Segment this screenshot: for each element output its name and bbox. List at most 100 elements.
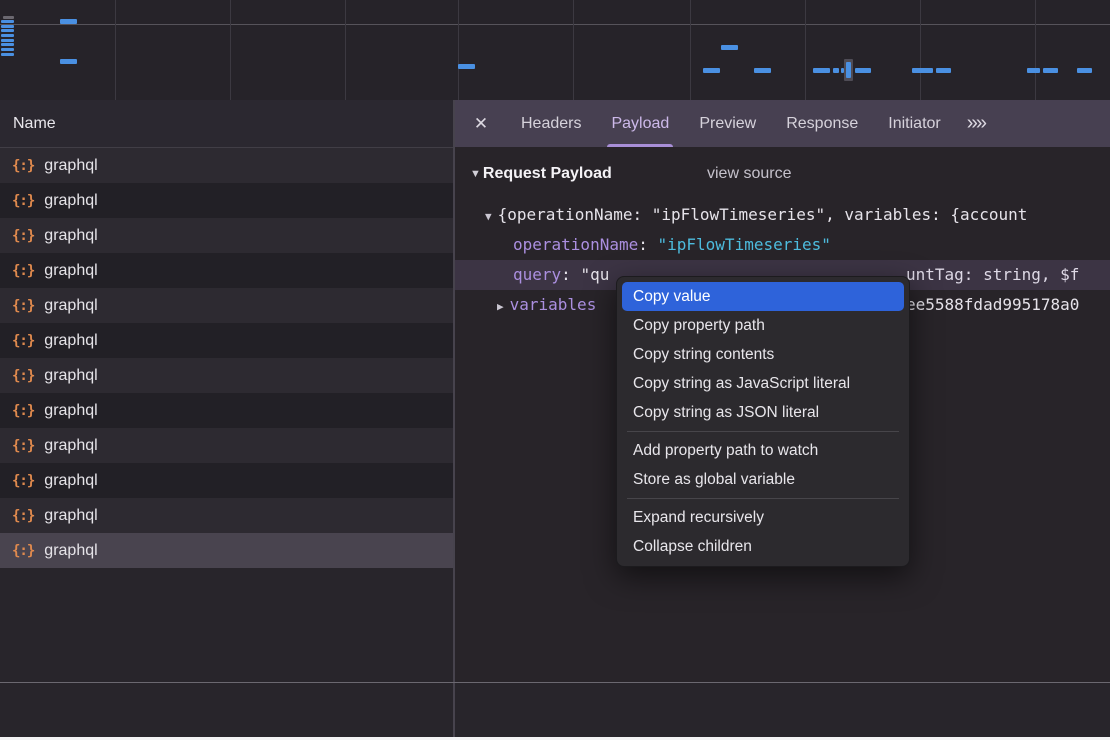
network-activity-bar: [1, 53, 14, 56]
more-tabs-icon[interactable]: »»: [967, 112, 985, 135]
network-activity-bar: [1, 43, 14, 46]
request-row-graphql[interactable]: {:} graphql: [0, 358, 453, 393]
network-activity-bar: [754, 68, 771, 73]
network-activity-bar: [1043, 68, 1058, 73]
menu-item-store-as-global-variable[interactable]: Store as global variable: [617, 465, 909, 494]
timeline-gridline: [230, 0, 231, 100]
json-braces-icon: {:}: [12, 543, 34, 559]
property-value-start: "qu: [580, 265, 609, 284]
json-braces-icon: {:}: [12, 368, 34, 384]
view-source-link[interactable]: view source: [707, 165, 791, 183]
json-braces-icon: {:}: [12, 333, 34, 349]
request-row-graphql[interactable]: {:} graphql: [0, 148, 453, 183]
name-column-header[interactable]: Name: [0, 115, 56, 133]
close-icon[interactable]: ✕: [471, 114, 491, 134]
network-activity-bar: [1027, 68, 1040, 73]
network-activity-bar: [912, 68, 933, 73]
network-activity-bar: [833, 68, 839, 73]
section-title: Request Payload: [483, 165, 612, 182]
network-activity-bar: [60, 59, 77, 64]
root-preview-text: {operationName: "ipFlowTimeseries", vari…: [498, 205, 1028, 224]
request-row-graphql[interactable]: {:} graphql: [0, 253, 453, 288]
devtools-network-panel: Name ✕ Headers Payload Preview Response Init…: [0, 0, 1110, 737]
request-row-graphql[interactable]: {:} graphql: [0, 218, 453, 253]
request-row-graphql[interactable]: {:}graphql: [0, 498, 453, 533]
query-value-fragment: untTag: string, $f: [906, 260, 1079, 290]
tab-payload[interactable]: Payload: [611, 100, 669, 147]
network-activity-bar: [1, 34, 14, 37]
request-row-graphql[interactable]: {:} graphql: [0, 533, 453, 568]
tree-row-query[interactable]: query: "qu: [513, 260, 609, 290]
property-key: variables: [510, 295, 597, 314]
request-payload-section[interactable]: ▼Request Payload: [470, 165, 612, 189]
request-row-graphql[interactable]: {:} graphql: [0, 393, 453, 428]
request-row-graphql[interactable]: {:}graphql: [0, 288, 453, 323]
request-name-label: graphql: [44, 437, 97, 455]
request-row-graphql[interactable]: {:} graphql: [0, 183, 453, 218]
network-activity-bar: [1077, 68, 1092, 73]
menu-separator: [627, 431, 899, 432]
network-activity-bar: [846, 62, 851, 78]
menu-item-copy-string-as-json-literal[interactable]: Copy string as JSON literal: [617, 398, 909, 427]
network-overview-timeline[interactable]: [0, 0, 1110, 100]
network-activity-bar: [1, 25, 14, 28]
network-activity-bar: [936, 68, 951, 73]
request-row-graphql[interactable]: {:} graphql: [0, 428, 453, 463]
request-name-label: graphql: [44, 367, 97, 385]
request-name-label: graphql: [44, 192, 97, 210]
timeline-gridline: [920, 0, 921, 100]
network-activity-bar: [1, 39, 14, 42]
json-braces-icon: {:}: [12, 228, 34, 244]
timeline-gridline: [458, 0, 459, 100]
menu-item-copy-value[interactable]: Copy value: [622, 282, 904, 311]
json-braces-icon: {:}: [12, 263, 34, 279]
property-key: query: [513, 265, 561, 284]
json-braces-icon: {:}: [12, 193, 34, 209]
json-braces-icon: {:}: [12, 403, 34, 419]
request-name-label: graphql: [44, 542, 97, 560]
network-activity-bar: [1, 20, 14, 23]
tree-row-variables[interactable]: ▶ variables: [497, 290, 596, 320]
tab-headers[interactable]: Headers: [521, 100, 581, 147]
network-activity-bar: [60, 19, 77, 24]
timeline-gridline: [805, 0, 806, 100]
request-row-graphql[interactable]: {:}graphql: [0, 463, 453, 498]
bottom-divider: [0, 682, 1110, 683]
property-key: operationName: [513, 235, 638, 254]
context-menu: Copy valueCopy property pathCopy string …: [616, 276, 910, 567]
collapsed-triangle-icon[interactable]: ▶: [497, 300, 504, 313]
request-row-graphql[interactable]: {:} graphql: [0, 323, 453, 358]
collapse-triangle-icon[interactable]: ▼: [470, 168, 481, 180]
request-name-label: graphql: [44, 332, 97, 350]
menu-separator: [627, 498, 899, 499]
tab-preview[interactable]: Preview: [699, 100, 756, 147]
json-braces-icon: {:}: [12, 158, 34, 174]
timeline-gridline: [690, 0, 691, 100]
key-separator: :: [561, 265, 580, 284]
request-name-label: graphql: [44, 157, 97, 175]
tree-row-operation-name[interactable]: operationName: "ipFlowTimeseries": [513, 230, 831, 260]
tab-response[interactable]: Response: [786, 100, 858, 147]
tree-root-row[interactable]: ▼ {operationName: "ipFlowTimeseries", var…: [485, 200, 1027, 230]
request-name-label: graphql: [44, 227, 97, 245]
network-activity-bar: [855, 68, 871, 73]
request-name-label: graphql: [44, 472, 97, 490]
tab-initiator[interactable]: Initiator: [888, 100, 940, 147]
network-activity-bar: [703, 68, 720, 73]
menu-item-copy-property-path[interactable]: Copy property path: [617, 311, 909, 340]
menu-item-copy-string-contents[interactable]: Copy string contents: [617, 340, 909, 369]
variables-value-fragment: ee5588fdad995178a0: [906, 290, 1079, 320]
network-activity-bar: [1, 29, 14, 32]
menu-item-copy-string-as-javascript-literal[interactable]: Copy string as JavaScript literal: [617, 369, 909, 398]
menu-item-collapse-children[interactable]: Collapse children: [617, 532, 909, 561]
key-separator: :: [638, 235, 657, 254]
request-name-label: graphql: [44, 402, 97, 420]
json-braces-icon: {:}: [12, 438, 34, 454]
request-name-label: graphql: [44, 262, 97, 280]
request-name-label: graphql: [44, 507, 97, 525]
network-activity-bar: [3, 16, 14, 19]
menu-item-expand-recursively[interactable]: Expand recursively: [617, 503, 909, 532]
expand-triangle-icon[interactable]: ▼: [485, 210, 492, 223]
network-activity-bar: [1, 48, 14, 51]
menu-item-add-property-path-to-watch[interactable]: Add property path to watch: [617, 436, 909, 465]
